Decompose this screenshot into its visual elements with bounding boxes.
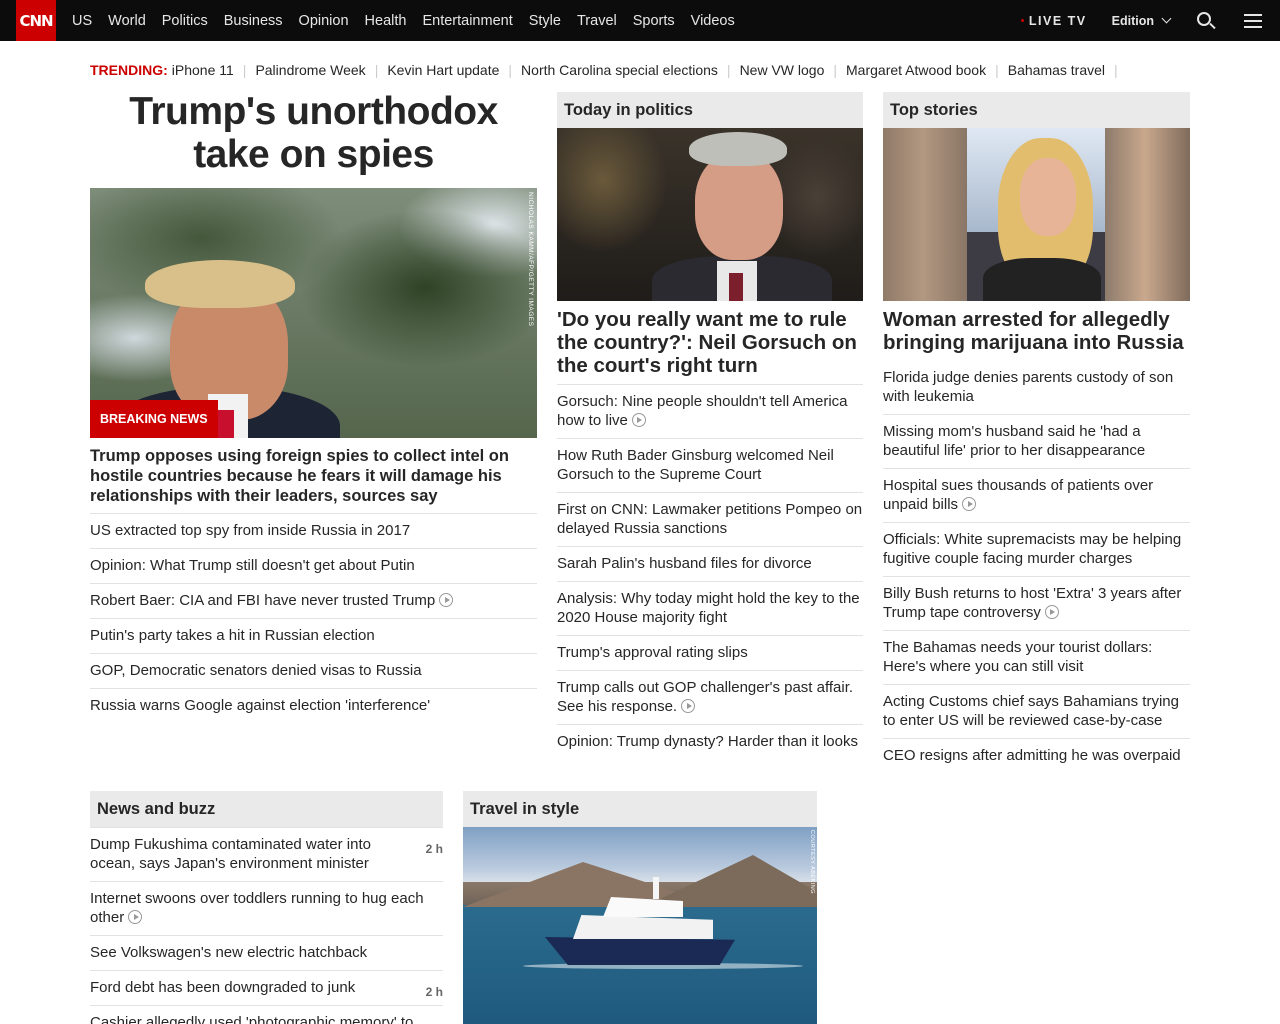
trending-item[interactable]: Bahamas travel	[1008, 62, 1105, 78]
list-item[interactable]: Putin's party takes a hit in Russian ele…	[90, 618, 537, 653]
live-dot-icon	[1020, 19, 1024, 22]
top-stories-list: Florida judge denies parents custody of …	[883, 361, 1190, 773]
trending-item[interactable]: North Carolina special elections	[521, 62, 718, 78]
list-item[interactable]: Analysis: Why today might hold the key t…	[557, 581, 863, 635]
list-item[interactable]: Internet swoons over toddlers running to…	[90, 881, 443, 935]
list-item[interactable]: Cashier allegedly used 'photographic mem…	[90, 1005, 443, 1024]
image-credit: NICHOLAS KAMM/AFP/GETTY IMAGES	[527, 192, 534, 327]
trending-item[interactable]: Palindrome Week	[255, 62, 365, 78]
trending-label: TRENDING:	[90, 62, 168, 78]
list-item[interactable]: CEO resigns after admitting he was overp…	[883, 738, 1190, 773]
main-lead-headline[interactable]: Trump opposes using foreign spies to col…	[90, 446, 530, 506]
nav-link-entertainment[interactable]: Entertainment	[414, 13, 520, 29]
section-title-top-stories[interactable]: Top stories	[883, 92, 1190, 128]
breaking-news-badge: BREAKING NEWS	[90, 400, 218, 438]
play-icon	[962, 497, 977, 511]
list-item[interactable]: Opinion: What Trump still doesn't get ab…	[90, 548, 537, 583]
politics-headline[interactable]: 'Do you really want me to rule the count…	[557, 308, 863, 377]
nav-link-travel[interactable]: Travel	[569, 13, 625, 29]
nav-link-videos[interactable]: Videos	[683, 13, 743, 29]
play-icon	[681, 699, 696, 713]
list-item[interactable]: First on CNN: Lawmaker petitions Pompeo …	[557, 492, 863, 546]
list-item[interactable]: Sarah Palin's husband files for divorce	[557, 546, 863, 581]
politics-list: Gorsuch: Nine people shouldn't tell Amer…	[557, 384, 863, 759]
list-item[interactable]: See Volkswagen's new electric hatchback	[90, 935, 443, 970]
main-related-list: US extracted top spy from inside Russia …	[90, 513, 537, 723]
list-item[interactable]: GOP, Democratic senators denied visas to…	[90, 653, 537, 688]
list-item[interactable]: Trump's approval rating slips	[557, 635, 863, 670]
section-title-politics[interactable]: Today in politics	[557, 92, 863, 128]
nav-link-style[interactable]: Style	[521, 13, 569, 29]
trending-item[interactable]: Margaret Atwood book	[846, 62, 986, 78]
edition-dropdown[interactable]: Edition	[1112, 13, 1172, 28]
play-icon	[1044, 605, 1059, 619]
play-icon	[128, 910, 143, 924]
nav-link-politics[interactable]: Politics	[154, 13, 216, 29]
trending-item[interactable]: iPhone 11	[172, 62, 234, 78]
section-title-news-buzz[interactable]: News and buzz	[90, 791, 443, 827]
top-story-headline[interactable]: Woman arrested for allegedly bringing ma…	[883, 308, 1190, 354]
top-story-image[interactable]	[883, 128, 1190, 301]
list-item[interactable]: Russia warns Google against election 'in…	[90, 688, 537, 723]
list-item[interactable]: The Bahamas needs your tourist dollars: …	[883, 630, 1190, 684]
nav-link-sports[interactable]: Sports	[625, 13, 683, 29]
list-item[interactable]: Robert Baer: CIA and FBI have never trus…	[90, 583, 537, 618]
image-credit: COURTESY ABEKING	[809, 830, 815, 895]
list-item[interactable]: Ford debt has been downgraded to junk 2 h	[90, 970, 443, 1005]
timestamp: 2 h	[425, 842, 443, 856]
list-item[interactable]: Gorsuch: Nine people shouldn't tell Amer…	[557, 384, 863, 438]
play-icon	[631, 413, 646, 427]
nav-right: LIVE TV Edition	[1020, 0, 1280, 41]
list-item[interactable]: Trump calls out GOP challenger's past af…	[557, 670, 863, 724]
play-icon	[439, 593, 454, 607]
nav-link-us[interactable]: US	[64, 13, 100, 29]
nav-link-business[interactable]: Business	[216, 13, 291, 29]
list-item[interactable]: Dump Fukushima contaminated water into o…	[90, 827, 443, 881]
nav-link-opinion[interactable]: Opinion	[291, 13, 357, 29]
trending-item[interactable]: New VW logo	[740, 62, 825, 78]
timestamp: 2 h	[425, 985, 443, 999]
cnn-logo[interactable]: CNN	[16, 0, 56, 41]
list-item[interactable]: Missing mom's husband said he 'had a bea…	[883, 414, 1190, 468]
search-icon[interactable]	[1196, 11, 1216, 31]
list-item[interactable]: Florida judge denies parents custody of …	[883, 361, 1190, 414]
nav-link-world[interactable]: World	[100, 13, 154, 29]
list-item[interactable]: US extracted top spy from inside Russia …	[90, 513, 537, 548]
main-headline[interactable]: Trump's unorthodox take on spies	[90, 90, 537, 176]
nav-link-health[interactable]: Health	[357, 13, 415, 29]
hamburger-menu-icon[interactable]	[1244, 10, 1262, 32]
list-item[interactable]: Billy Bush returns to host 'Extra' 3 yea…	[883, 576, 1190, 630]
politics-story-image[interactable]	[557, 128, 863, 301]
travel-story-image[interactable]: COURTESY ABEKING	[463, 827, 817, 1024]
chevron-down-icon	[1161, 13, 1172, 24]
nav-links: US World Politics Business Opinion Healt…	[64, 0, 743, 41]
list-item[interactable]: Opinion: Trump dynasty? Harder than it l…	[557, 724, 863, 759]
trending-item[interactable]: Kevin Hart update	[387, 62, 499, 78]
top-nav: CNN US World Politics Business Opinion H…	[0, 0, 1280, 41]
list-item[interactable]: Acting Customs chief says Bahamians tryi…	[883, 684, 1190, 738]
list-item[interactable]: Officials: White supremacists may be hel…	[883, 522, 1190, 576]
live-tv-link[interactable]: LIVE TV	[1020, 14, 1087, 28]
trending-bar: TRENDING: iPhone 11 | Palindrome Week | Ke…	[90, 62, 1118, 78]
list-item[interactable]: Hospital sues thousands of patients over…	[883, 468, 1190, 522]
news-buzz-list: Dump Fukushima contaminated water into o…	[90, 827, 443, 1024]
list-item[interactable]: How Ruth Bader Ginsburg welcomed Neil Go…	[557, 438, 863, 492]
section-title-travel[interactable]: Travel in style	[463, 791, 817, 827]
